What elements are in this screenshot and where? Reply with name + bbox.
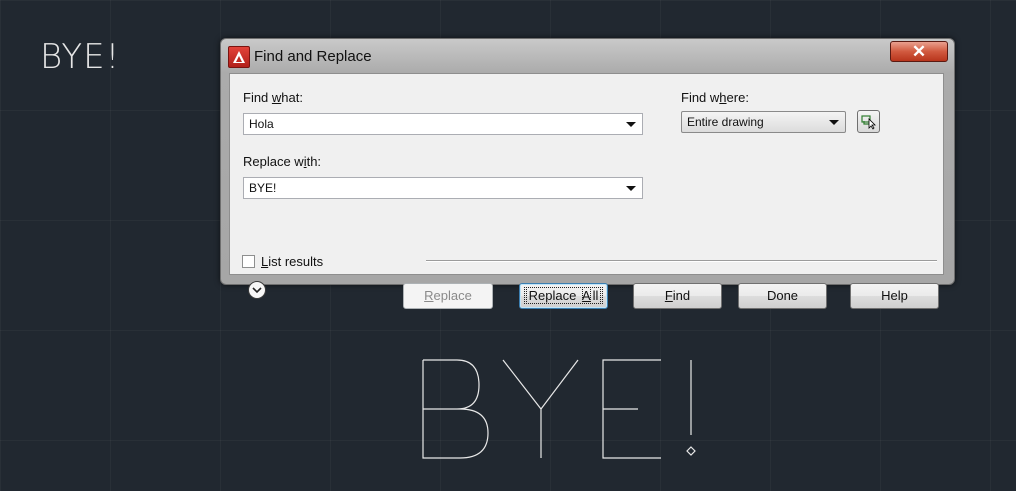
list-results-checkbox[interactable] <box>242 255 255 268</box>
separator-line <box>426 260 937 262</box>
done-button[interactable]: Done <box>738 283 827 309</box>
help-button[interactable]: Help <box>850 283 939 309</box>
chevron-down-icon[interactable] <box>829 120 839 125</box>
drawing-text-small: BYE! <box>40 37 121 77</box>
replace-all-button[interactable]: Replace All <box>519 283 608 309</box>
find-button[interactable]: Find <box>633 283 722 309</box>
find-what-combobox[interactable]: Hola <box>243 113 643 135</box>
find-what-label: Find what: <box>243 90 303 105</box>
drawing-text-large <box>415 355 705 470</box>
expand-chevron-icon <box>252 287 262 294</box>
replace-with-label: Replace with: <box>243 154 322 169</box>
dialog-title: Find and Replace <box>254 48 372 65</box>
close-button[interactable]: ✕ <box>890 41 948 62</box>
close-icon: ✕ <box>911 42 927 61</box>
find-where-select[interactable]: Entire drawing <box>681 111 846 133</box>
replace-with-value: BYE! <box>249 181 277 195</box>
replace-button[interactable]: Replace <box>403 283 493 309</box>
replace-with-combobox[interactable]: BYE! <box>243 177 643 199</box>
chevron-down-icon[interactable] <box>626 186 636 191</box>
app-icon <box>228 46 250 68</box>
select-objects-button[interactable] <box>857 110 880 133</box>
chevron-down-icon[interactable] <box>626 122 636 127</box>
dialog-titlebar[interactable]: Find and Replace ✕ <box>221 39 954 73</box>
expand-options-button[interactable] <box>248 281 266 299</box>
find-where-label: Find where: <box>681 90 749 105</box>
find-replace-dialog: Find and Replace ✕ Find what: Hola Repla… <box>220 38 955 309</box>
list-results-label[interactable]: List results <box>261 254 323 269</box>
dialog-body: Find what: Hola Replace with: BYE! Find … <box>229 73 944 309</box>
select-objects-icon <box>861 115 876 130</box>
find-what-value: Hola <box>249 117 274 131</box>
find-where-value: Entire drawing <box>687 115 764 129</box>
